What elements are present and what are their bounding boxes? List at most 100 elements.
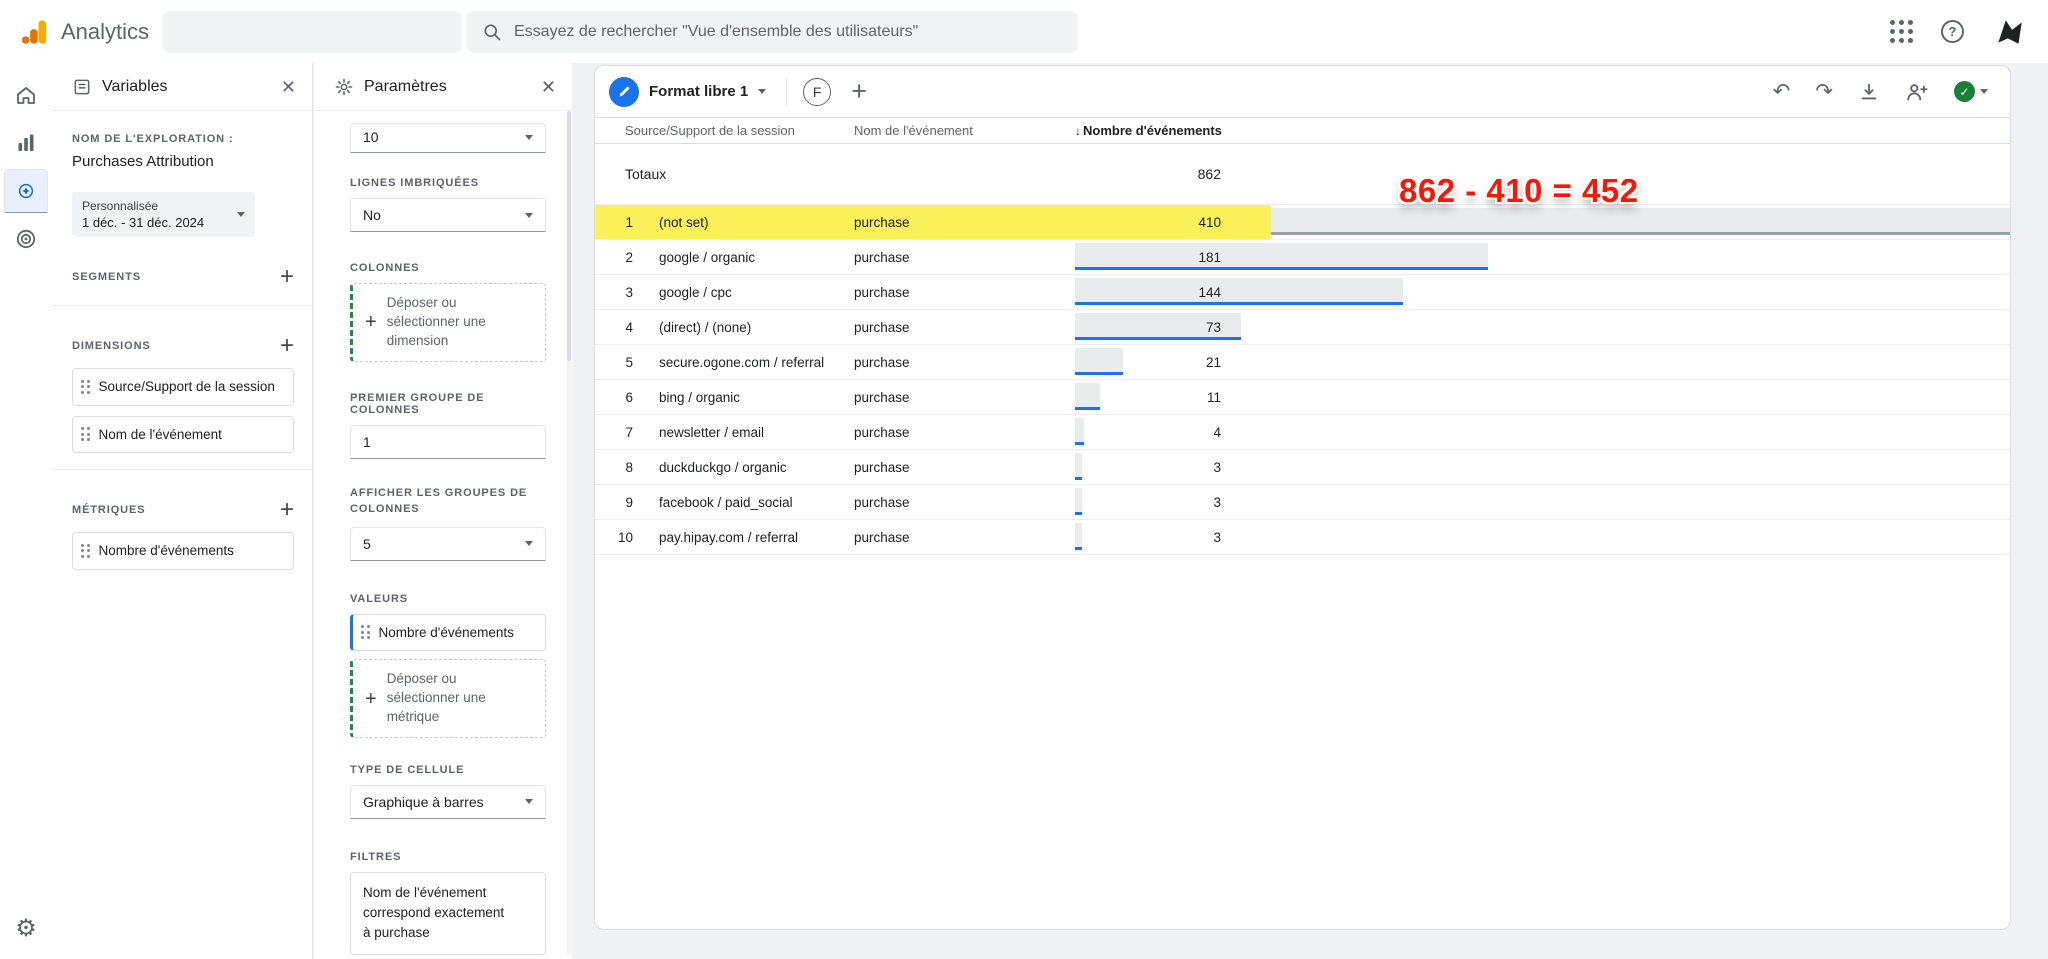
dimension-chip-label: Nom de l'événement [99,426,222,444]
row-source[interactable]: google / cpc [659,285,854,300]
dimension-chip[interactable]: Source/Support de la session [72,368,294,406]
column-header-event[interactable]: Nom de l'événement [854,123,1075,138]
calc-annotation: 862 - 410 = 452 [1399,172,1639,210]
filter-summary-text: Nom de l'événement correspond exactement… [363,885,504,941]
row-event[interactable]: purchase [854,530,1075,545]
column-header-source[interactable]: Source/Support de la session [625,123,854,138]
settings-scrollbar-thumb[interactable] [567,111,571,361]
row-event[interactable]: purchase [854,285,1075,300]
metric-chip[interactable]: Nombre d'événements [72,532,294,570]
row-event[interactable]: purchase [854,250,1075,265]
nav-advertising-button[interactable] [4,217,48,261]
table-row[interactable]: 1 (not set) purchase 410 [595,205,2010,240]
search-bar[interactable] [466,11,1078,53]
property-selector[interactable] [162,11,462,53]
values-metric-chip[interactable]: Nombre d'événements [350,614,546,652]
row-source[interactable]: google / organic [659,250,854,265]
analytics-logo[interactable]: Analytics [18,18,156,46]
exploration-name-label: NOM DE L'EXPLORATION : [72,133,294,145]
date-range-selector[interactable]: Personnalisée 1 déc. - 31 déc. 2024 [72,192,255,237]
row-source[interactable]: pay.hipay.com / referral [659,530,854,545]
add-dimension-button[interactable]: + [280,334,294,358]
row-event[interactable]: purchase [854,425,1075,440]
tab-badge[interactable]: F [803,78,831,106]
table-row[interactable]: 4 (direct) / (none) purchase 73 [595,310,2010,345]
table-row[interactable]: 10 pay.hipay.com / referral purchase 3 [595,520,2010,555]
show-column-groups-select[interactable]: 5 [350,527,546,561]
row-value: 4 [1075,415,1221,449]
row-source[interactable]: facebook / paid_social [659,495,854,510]
row-value-cell[interactable]: 3 [1075,450,2010,484]
download-icon[interactable] [1858,81,1880,103]
row-event[interactable]: purchase [854,215,1075,230]
table-row[interactable]: 6 bing / organic purchase 11 [595,380,2010,415]
exploration-name-value[interactable]: Purchases Attribution [72,153,294,170]
table-row[interactable]: 8 duckduckgo / organic purchase 3 [595,450,2010,485]
segments-section-header: SEGMENTS + [72,265,294,289]
row-source[interactable]: secure.ogone.com / referral [659,355,854,370]
dimension-chip[interactable]: Nom de l'événement [72,416,294,454]
totals-row[interactable]: Totaux 862 [595,144,2010,205]
apps-grid-icon[interactable] [1890,20,1913,43]
row-source[interactable]: (not set) [659,215,854,230]
tab-chevron-down-icon[interactable] [758,89,766,94]
status-ok-button[interactable]: ✓ [1954,81,1988,102]
filter-summary[interactable]: Nom de l'événement correspond exactement… [350,872,546,955]
row-rank: 9 [611,495,633,510]
undo-icon[interactable]: ↶ [1773,81,1791,102]
row-value-cell[interactable]: 11 [1075,380,2010,414]
table-row[interactable]: 2 google / organic purchase 181 [595,240,2010,275]
row-value-cell[interactable]: 410 [1075,205,2010,239]
add-metric-button[interactable]: + [280,498,294,522]
nested-rows-select[interactable]: No [350,198,546,232]
tab-format-libre-1[interactable]: Format libre 1 [603,77,772,107]
row-value-cell[interactable]: 181 [1075,240,2010,274]
row-value-cell[interactable]: 21 [1075,345,2010,379]
metric-drop-zone[interactable]: + Déposer ou sélectionner une métrique [350,659,546,738]
row-source[interactable]: duckduckgo / organic [659,460,854,475]
table-row[interactable]: 3 google / cpc purchase 144 [595,275,2010,310]
rows-shown-select[interactable]: 10 [350,123,546,153]
row-event[interactable]: purchase [854,460,1075,475]
nav-explore-button[interactable] [4,169,48,213]
row-event[interactable]: purchase [854,495,1075,510]
row-value-cell[interactable]: 73 [1075,310,2010,344]
dimension-chip-label: Source/Support de la session [99,378,275,396]
profile-avatar[interactable] [1992,15,2028,49]
columns-drop-zone[interactable]: + Déposer ou sélectionner une dimension [350,283,546,362]
settings-panel-title: Paramètres [364,78,447,96]
row-source[interactable]: newsletter / email [659,425,854,440]
row-event[interactable]: purchase [854,320,1075,335]
nav-reports-button[interactable] [4,121,48,165]
row-value-cell[interactable]: 3 [1075,520,2010,554]
variables-close-icon[interactable]: ✕ [281,78,296,96]
table-row[interactable]: 5 secure.ogone.com / referral purchase 2… [595,345,2010,380]
columns-label: COLONNES [350,262,546,274]
dimensions-section-header: DIMENSIONS + [72,334,294,358]
chevron-down-icon [525,135,533,140]
settings-gear-icon[interactable]: ⚙ [15,914,37,943]
cell-type-select[interactable]: Graphique à barres [350,785,546,819]
row-value-cell[interactable]: 3 [1075,485,2010,519]
search-input[interactable] [514,23,1062,41]
row-source[interactable]: (direct) / (none) [659,320,854,335]
add-segment-button[interactable]: + [280,265,294,289]
settings-close-icon[interactable]: ✕ [541,78,556,96]
redo-icon[interactable]: ↷ [1815,81,1833,102]
add-tab-button[interactable]: + [851,78,867,105]
nav-home-button[interactable] [4,73,48,117]
analytics-logo-icon [18,18,52,46]
row-value-cell[interactable]: 144 [1075,275,2010,309]
row-source[interactable]: bing / organic [659,390,854,405]
row-event[interactable]: purchase [854,390,1075,405]
first-column-group-input[interactable]: 1 [350,425,546,459]
row-rank: 1 [611,215,633,230]
table-row[interactable]: 7 newsletter / email purchase 4 [595,415,2010,450]
row-event[interactable]: purchase [854,355,1075,370]
share-user-icon[interactable] [1905,81,1929,103]
plus-icon: + [365,308,377,336]
table-row[interactable]: 9 facebook / paid_social purchase 3 [595,485,2010,520]
column-header-value[interactable]: ↓ Nombre d'événements [1075,123,1222,138]
help-icon[interactable]: ? [1941,20,1964,43]
row-value-cell[interactable]: 4 [1075,415,2010,449]
